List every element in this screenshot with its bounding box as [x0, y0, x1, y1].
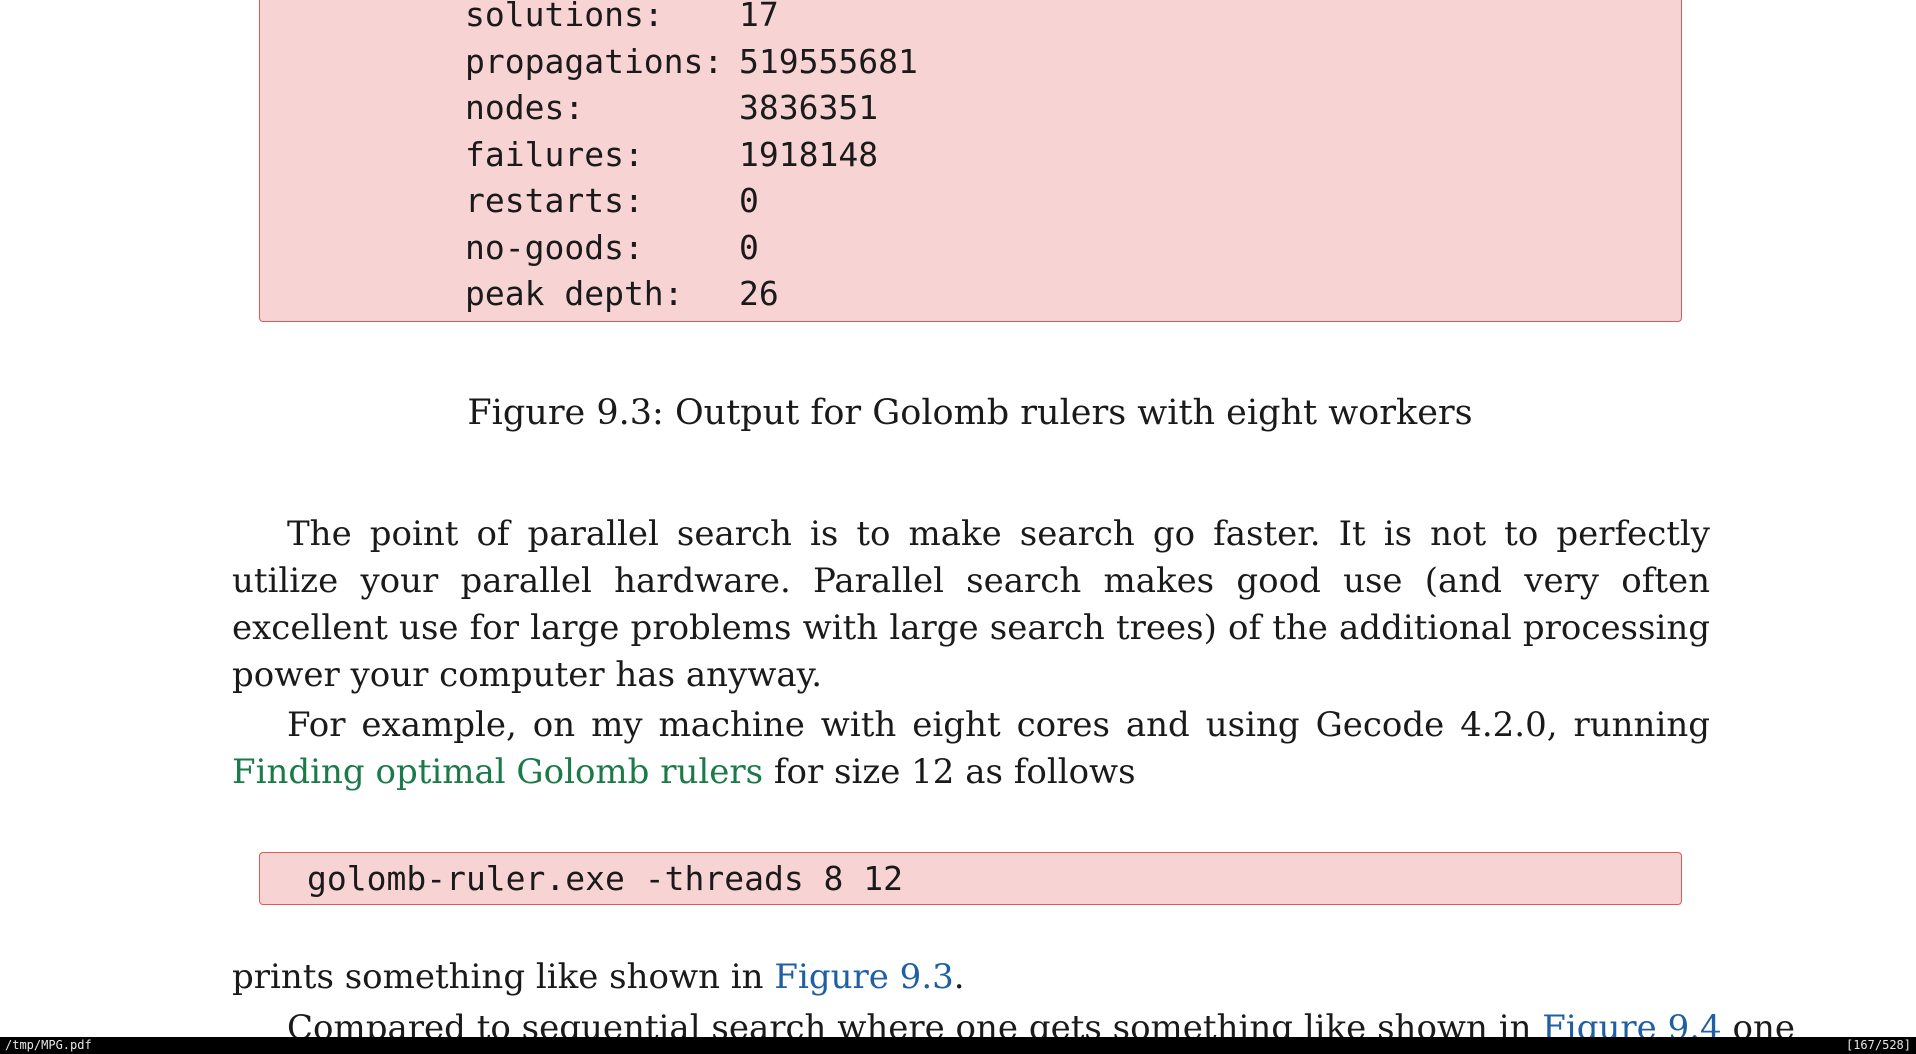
output-stat-value: 26 — [739, 274, 779, 313]
output-stat-key: nodes: — [465, 88, 585, 127]
document-page: solutions: 17 propagations: 519555681 nodes:… — [0, 0, 1916, 1037]
output-stat-key: solutions: — [465, 0, 664, 34]
output-stat-value: 0 — [739, 227, 759, 267]
paragraph-example: For example, on my machine with eight co… — [232, 702, 1710, 796]
paragraph-prints-text-after: . — [953, 957, 965, 997]
output-stat-key: restarts: — [465, 181, 644, 220]
paragraph-parallel-search: The point of parallel search is to make … — [232, 514, 1710, 695]
output-stat-value: 0 — [739, 181, 759, 220]
output-stat-key: failures: — [465, 134, 644, 174]
status-bar: /tmp/MPG.pdf [167/528] — [0, 1037, 1916, 1054]
output-stat-key: peak depth: — [465, 274, 684, 313]
paragraph-example-text-after: for size 12 as follows — [763, 752, 1136, 792]
paragraph-prints: prints something like shown in Figure 9.… — [232, 954, 1710, 1001]
output-stat-value: 1918148 — [739, 134, 879, 174]
output-stat-value: 519555681 — [739, 41, 918, 81]
output-stat-value: 3836351 — [739, 88, 879, 127]
figure-caption: Figure 9.3: Output for Golomb rulers wit… — [467, 393, 1473, 433]
command-text: golomb-ruler.exe -threads 8 12 — [307, 859, 904, 898]
paragraph-compared-text-after: one — [1721, 1008, 1795, 1037]
paragraph-compared: Compared to sequential search where one … — [232, 1005, 1795, 1037]
golomb-rulers-link[interactable]: Finding optimal Golomb rulers — [232, 752, 763, 792]
figure-9-4-link[interactable]: Figure 9.4 — [1542, 1008, 1721, 1037]
output-stat-key: propagations: — [465, 41, 724, 81]
figure-9-3-link[interactable]: Figure 9.3 — [774, 957, 953, 997]
output-stat-key: no-goods: — [465, 227, 644, 267]
paragraph-example-text-before: For example, on my machine with eight co… — [287, 705, 1710, 745]
output-stat-value: 17 — [739, 0, 779, 34]
paragraph-compared-text-before: Compared to sequential search where one … — [287, 1008, 1543, 1037]
paragraph-prints-text-before: prints something like shown in — [232, 957, 775, 997]
file-path: /tmp/MPG.pdf — [5, 1038, 92, 1052]
page-indicator: [167/528] — [1845, 1038, 1911, 1052]
